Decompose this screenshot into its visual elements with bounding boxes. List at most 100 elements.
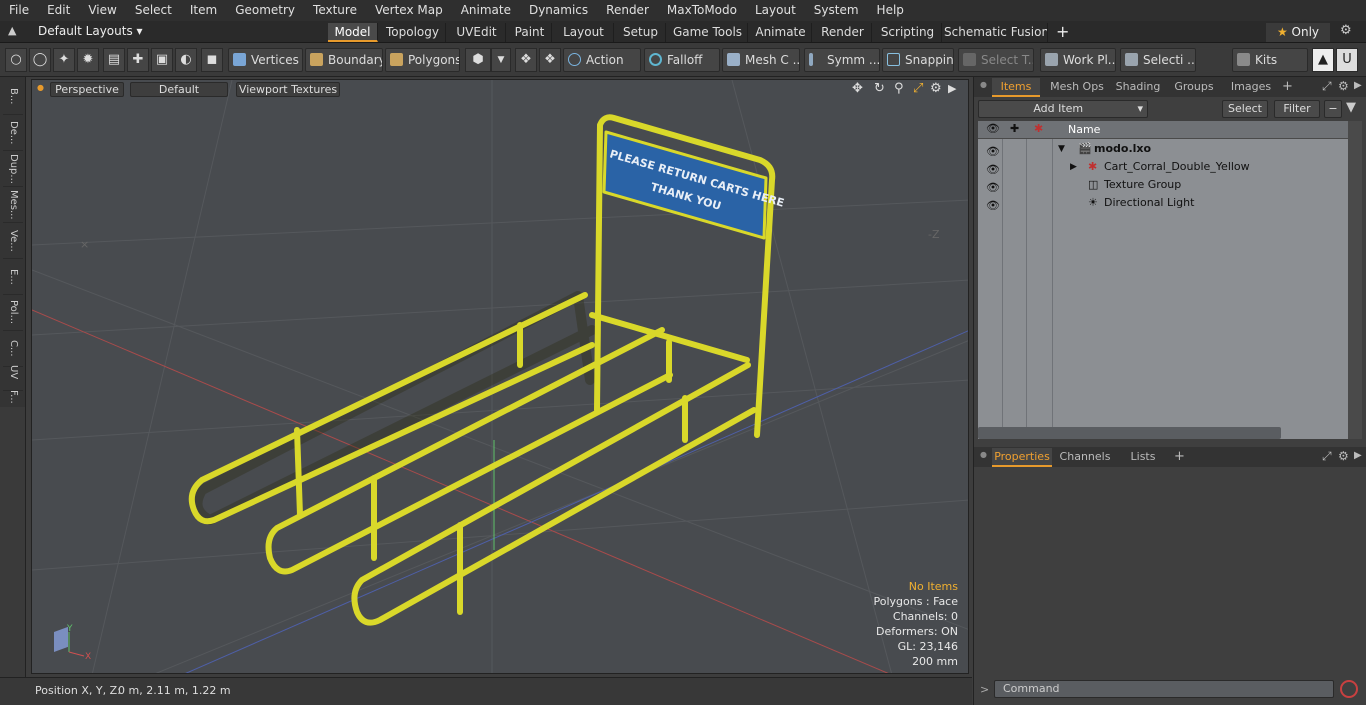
panel-gear-icon[interactable]: ⚙ — [1338, 79, 1349, 93]
align-icon[interactable]: ▤ — [103, 48, 125, 72]
kits-button[interactable]: Kits — [1232, 48, 1308, 72]
gear-icon[interactable]: ⚙ — [1340, 23, 1352, 38]
view-mode-button[interactable]: Perspective — [50, 82, 124, 97]
menu-geometry[interactable]: Geometry — [226, 0, 304, 21]
tab-properties[interactable]: Properties — [992, 448, 1052, 467]
filter-button[interactable]: Filter — [1274, 100, 1320, 118]
tab-scripting[interactable]: Scripting — [874, 23, 942, 42]
add-tab-icon[interactable]: + — [1282, 79, 1293, 94]
3d-viewport[interactable]: × -Z PLEASE RETURN CARTS HERE THANK YOU — [31, 79, 969, 674]
vertices-button[interactable]: Vertices — [228, 48, 303, 72]
command-input[interactable]: Command — [994, 680, 1334, 698]
tab-schematic-fusion[interactable]: Schematic Fusion — [944, 23, 1048, 42]
action-button[interactable]: Action — [563, 48, 641, 72]
menu-vertex-map[interactable]: Vertex Map — [366, 0, 452, 21]
panel-gear-icon[interactable]: ⚙ — [1338, 449, 1349, 463]
boundary-button[interactable]: Boundary — [305, 48, 383, 72]
menu-view[interactable]: View — [79, 0, 125, 21]
add-tab-icon[interactable]: + — [1174, 449, 1185, 464]
only-toggle[interactable]: ★ Only — [1266, 23, 1330, 42]
tab-lists[interactable]: Lists — [1120, 448, 1166, 467]
symmetry-button[interactable]: Symm ... — [804, 48, 880, 72]
eye-icon[interactable]: 👁 — [986, 161, 1000, 176]
tab-images[interactable]: Images — [1224, 78, 1278, 97]
snapping-button[interactable]: Snapping — [882, 48, 954, 72]
select-button[interactable]: Select — [1222, 100, 1268, 118]
tab-uvedit[interactable]: UVEdit — [448, 23, 506, 42]
eye-icon[interactable]: 👁 — [986, 197, 1000, 212]
expand-triangle-icon[interactable]: ▶ — [1070, 158, 1077, 176]
collapse-icon[interactable]: ▲ — [8, 24, 16, 37]
tab-items[interactable]: Items — [992, 78, 1040, 97]
brush-icon[interactable]: ✹ — [77, 48, 99, 72]
chevron-down-icon[interactable]: ▼ — [491, 48, 511, 72]
symmetry-a-icon[interactable]: ❖ — [515, 48, 537, 72]
panel-arrow-icon[interactable]: ▶ — [1354, 80, 1362, 91]
menu-select[interactable]: Select — [126, 0, 181, 21]
menu-maxtomodo[interactable]: MaxToModo — [658, 0, 746, 21]
sphere-icon[interactable]: ◐ — [175, 48, 197, 72]
pan-icon[interactable]: ✥ — [852, 81, 863, 96]
tab-deform[interactable]: De... — [3, 115, 23, 151]
menu-system[interactable]: System — [805, 0, 868, 21]
tab-groups[interactable]: Groups — [1168, 78, 1220, 97]
collapse-all-icon[interactable]: − — [1324, 100, 1342, 118]
tab-vertex[interactable]: Ve... — [3, 223, 23, 259]
viewport-textures-button[interactable]: Viewport Textures — [236, 82, 340, 97]
falloff-button[interactable]: Falloff — [644, 48, 720, 72]
tab-duplicate[interactable]: Dup... — [3, 151, 23, 187]
tab-paint[interactable]: Paint — [508, 23, 552, 42]
unreal-icon[interactable]: U — [1336, 48, 1358, 72]
expand-arrow-icon[interactable]: ▶ — [948, 82, 956, 95]
menu-dynamics[interactable]: Dynamics — [520, 0, 597, 21]
unity-icon[interactable]: ▲ — [1312, 48, 1334, 72]
tab-layout[interactable]: Layout — [554, 23, 614, 42]
maximize-icon[interactable]: ⤢ — [1322, 79, 1332, 94]
tab-model[interactable]: Model — [328, 23, 378, 42]
tab-game-tools[interactable]: Game Tools — [668, 23, 748, 42]
mesh-constraint-button[interactable]: Mesh C ... — [722, 48, 800, 72]
menu-render[interactable]: Render — [597, 0, 658, 21]
polygons-button[interactable]: Polygons — [385, 48, 460, 72]
tab-animate[interactable]: Animate — [750, 23, 812, 42]
zoom-icon[interactable]: ⚲ — [894, 81, 904, 96]
menu-file[interactable]: File — [0, 0, 38, 21]
selection-sets-button[interactable]: Selecti ... — [1120, 48, 1196, 72]
work-plane-button[interactable]: Work Pl... — [1040, 48, 1116, 72]
list-item-mesh[interactable]: 👁 ▶ ✱ Cart_Corral_Double_Yellow — [978, 158, 1348, 176]
tab-mesh-ops[interactable]: Mesh Ops — [1046, 78, 1108, 97]
menu-animate[interactable]: Animate — [452, 0, 520, 21]
list-item-light[interactable]: 👁 ☀ Directional Light — [978, 194, 1348, 212]
eye-icon[interactable]: 👁 — [986, 179, 1000, 194]
funnel-icon[interactable]: ▼ — [1346, 100, 1356, 115]
fit-icon[interactable]: ⤢ — [913, 81, 923, 96]
menu-layout[interactable]: Layout — [746, 0, 805, 21]
item-mode-icon[interactable]: ◼ — [201, 48, 223, 72]
globe-icon[interactable]: ◯ — [29, 48, 51, 72]
menu-texture[interactable]: Texture — [304, 0, 366, 21]
expand-triangle-icon[interactable]: ▼ — [1058, 140, 1065, 158]
panel-dot-icon[interactable]: ● — [980, 80, 987, 89]
shading-mode-button[interactable]: Default — [130, 82, 228, 97]
center-icon[interactable]: ✚ — [127, 48, 149, 72]
viewport-settings-icon[interactable]: ⚙ — [930, 81, 942, 96]
menu-edit[interactable]: Edit — [38, 0, 79, 21]
rotate-icon[interactable]: ↻ — [874, 81, 885, 96]
select-through-button[interactable]: Select T... — [958, 48, 1034, 72]
frame-icon[interactable]: ▣ — [151, 48, 173, 72]
pen-icon[interactable]: ✦ — [53, 48, 75, 72]
tab-edge[interactable]: E... — [3, 259, 23, 295]
menu-item[interactable]: Item — [181, 0, 226, 21]
tab-channels[interactable]: Channels — [1056, 448, 1114, 467]
tab-basic[interactable]: B... — [3, 79, 23, 115]
tab-topology[interactable]: Topology — [380, 23, 446, 42]
maximize-icon[interactable]: ⤢ — [1322, 449, 1332, 464]
item-list-vscroll[interactable] — [1348, 121, 1362, 439]
materials-icon[interactable]: ⬢ — [465, 48, 491, 72]
tab-mesh-edit[interactable]: Mes... — [3, 187, 23, 223]
panel-dot-icon[interactable]: ● — [980, 450, 987, 459]
circle-select-icon[interactable]: ○ — [5, 48, 27, 72]
panel-arrow-icon[interactable]: ▶ — [1354, 450, 1362, 461]
list-item-scene[interactable]: 👁 ▼ 🎬 modo.lxo — [978, 140, 1348, 158]
add-item-button[interactable]: Add Item ▾ — [978, 100, 1148, 118]
